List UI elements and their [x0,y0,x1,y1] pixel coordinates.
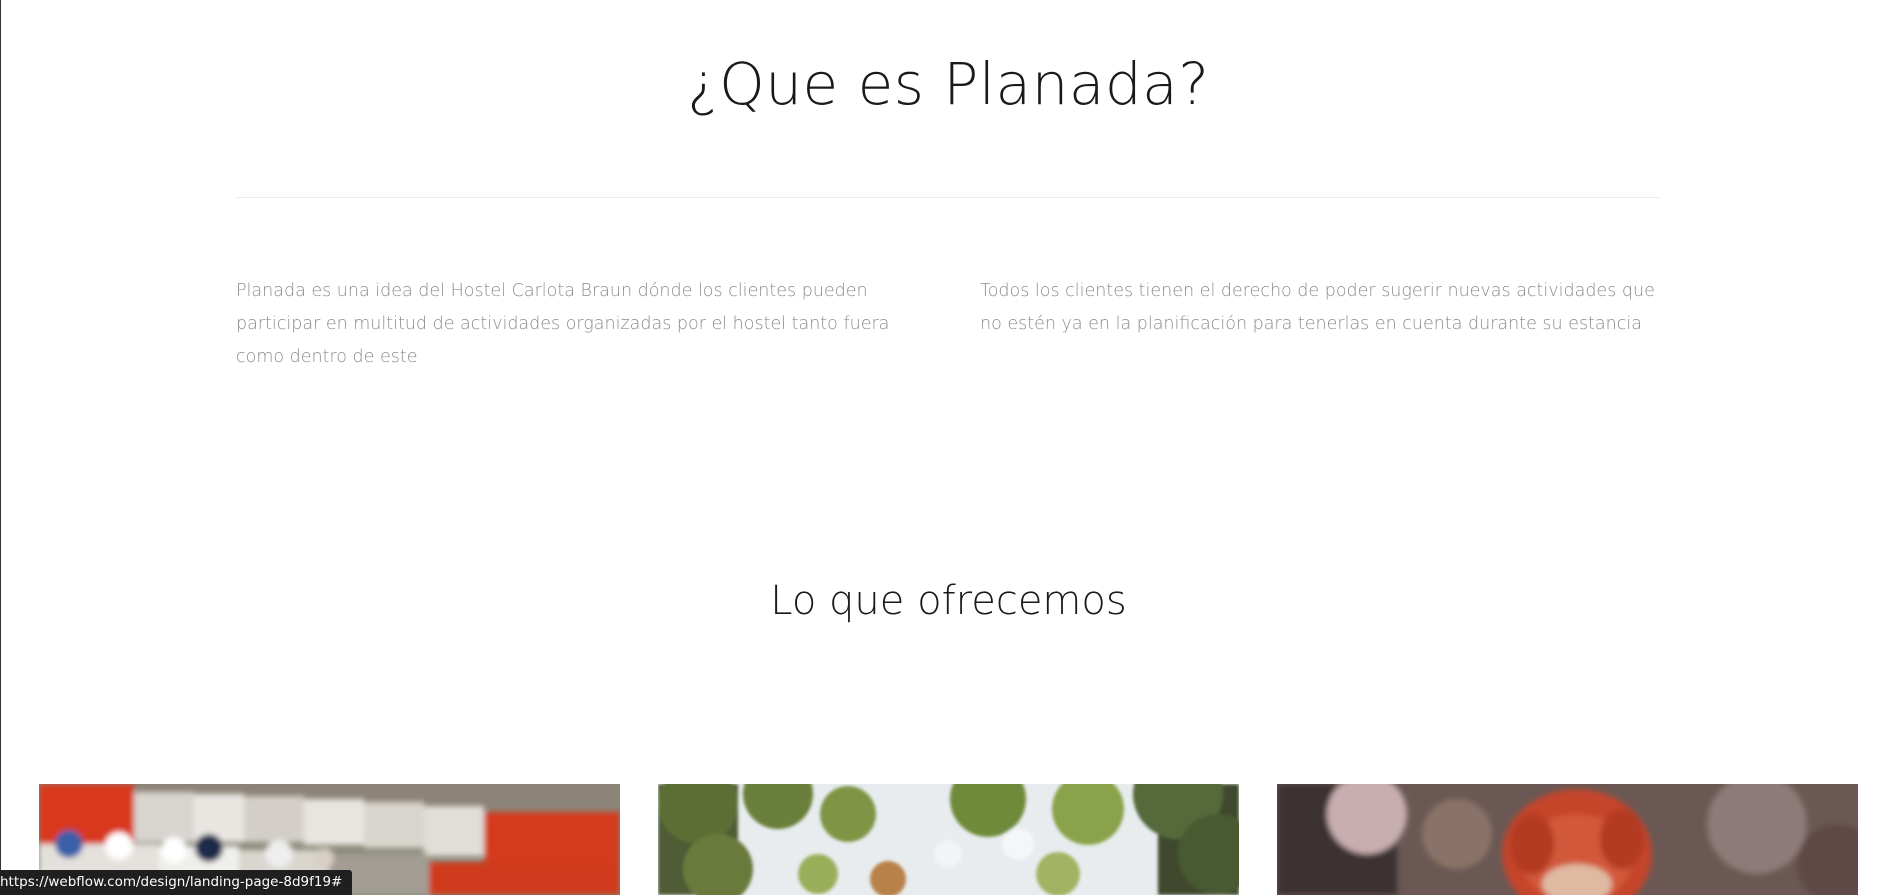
about-paragraph-right: Todos los clientes tienen el derecho de … [980,281,1655,334]
about-section-title: ¿Que es Planada? [687,50,1210,118]
offer-card-nature[interactable] [658,784,1239,895]
about-paragraph-left: Planada es una idea del Hostel Carlota B… [236,281,890,367]
offer-card-party[interactable] [1277,784,1858,895]
red-haired-person-photo [1277,784,1858,895]
forest-photo [658,784,1239,895]
status-bar-url: https://webflow.com/design/landing-page-… [0,870,353,895]
offer-section-title: Lo que ofrecemos [770,578,1127,624]
section-divider [236,197,1661,198]
window-left-border [0,0,1,895]
